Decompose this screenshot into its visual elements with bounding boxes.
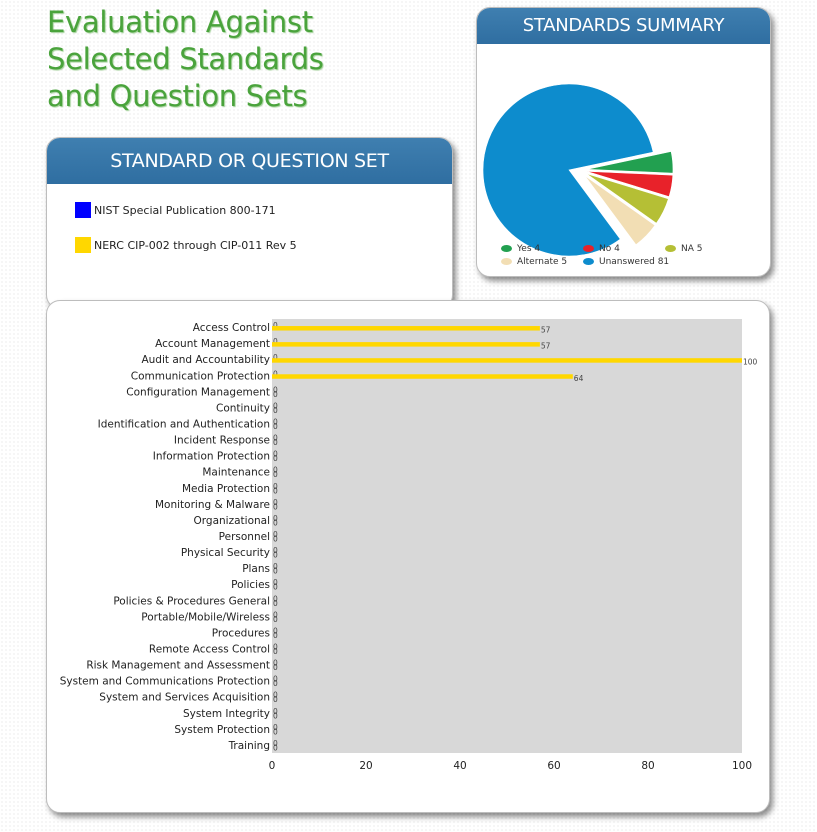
bar-value-label: 0 — [273, 727, 278, 736]
bar-value-label: 0 — [273, 486, 278, 495]
bar-chart-card: Access Control 0 57 Account Management 0 57 Au… — [46, 300, 770, 813]
bar-value-label: 0 — [273, 615, 278, 624]
category-label: Account Management — [155, 338, 270, 350]
category-label: Configuration Management — [126, 386, 270, 398]
pie-legend-alternate: Alternate 5 — [501, 257, 567, 267]
category-label: Incident Response — [174, 435, 270, 447]
pie-legend-dot-yes — [501, 245, 512, 252]
pie-chart — [482, 83, 674, 257]
standard-label-nerc: NERC CIP-002 through CIP-011 Rev 5 — [94, 239, 297, 252]
bar[interactable] — [272, 342, 540, 347]
bar-value-label: 0 — [273, 390, 278, 399]
pie-legend-na: NA 5 — [665, 244, 702, 254]
bar-value-label: 100 — [743, 358, 758, 367]
bar-value-label: 0 — [273, 583, 278, 592]
category-label: System Integrity — [183, 708, 270, 720]
pie-legend-label-unanswered: Unanswered 81 — [599, 257, 670, 267]
pie-legend-unanswered: Unanswered 81 — [583, 257, 669, 267]
pie-legend-label-no: No 4 — [599, 244, 620, 254]
page-title: Evaluation Against Selected Standards an… — [47, 4, 377, 115]
x-tick-label: 80 — [641, 760, 654, 772]
category-label: Continuity — [216, 402, 270, 414]
bar-value-label: 0 — [273, 518, 278, 527]
category-label: Identification and Authentication — [98, 418, 270, 430]
bar-value-label: 0 — [273, 454, 278, 463]
pie-legend-dot-alternate — [501, 258, 512, 265]
bar-value-label: 0 — [273, 535, 278, 544]
x-tick-label: 0 — [269, 760, 276, 772]
category-label: Policies — [231, 579, 270, 591]
standard-set-header: STANDARD OR QUESTION SET — [47, 138, 452, 184]
category-label: Procedures — [212, 627, 270, 639]
x-tick-label: 20 — [359, 760, 372, 772]
bar-value-label: 0 — [273, 647, 278, 656]
bar-value-label: 0 — [273, 695, 278, 704]
category-label: System and Communications Protection — [60, 676, 270, 688]
bar-value-label: 0 — [273, 406, 278, 415]
bar-value-label: 0 — [273, 679, 278, 688]
bar-value-label: 57 — [541, 326, 551, 335]
pie-legend-label-na: NA 5 — [681, 244, 703, 254]
category-label: Risk Management and Assessment — [86, 660, 270, 672]
category-label: Policies & Procedures General — [113, 595, 270, 607]
category-label: Portable/Mobile/Wireless — [141, 611, 270, 623]
page-title-line-3: and Question Sets — [47, 79, 308, 113]
bar-value-label: 57 — [541, 342, 551, 351]
x-tick-label: 100 — [732, 760, 752, 772]
category-label: Access Control — [193, 322, 270, 334]
category-label: System and Services Acquisition — [99, 692, 270, 704]
pie-legend-yes: Yes 4 — [501, 244, 540, 254]
category-label: Organizational — [194, 515, 270, 527]
category-label: Remote Access Control — [149, 644, 270, 656]
bar-value-label: 0 — [273, 567, 278, 576]
standard-label-nist: NIST Special Publication 800-171 — [94, 204, 276, 217]
category-label: Physical Security — [181, 547, 270, 559]
category-label: Media Protection — [182, 483, 270, 495]
category-label: Training — [228, 740, 270, 752]
bar-value-label: 64 — [574, 374, 584, 383]
category-label: Information Protection — [153, 451, 270, 463]
pie-legend-dot-na — [665, 245, 676, 252]
pie-legend-label-yes: Yes 4 — [517, 244, 541, 254]
page-title-line-1: Evaluation Against — [47, 5, 313, 39]
category-label: Monitoring & Malware — [155, 499, 270, 511]
category-label: Communication Protection — [131, 370, 270, 382]
bar-value-label: 0 — [273, 470, 278, 479]
standards-summary-header: STANDARDS SUMMARY — [477, 8, 770, 44]
category-label: Personnel — [219, 531, 270, 543]
bar-value-label: 0 — [273, 711, 278, 720]
category-label: Plans — [242, 563, 270, 575]
standards-summary-card: STANDARDS SUMMARY Yes 4 No 4 NA 5 Alternate… — [476, 7, 771, 277]
bar-value-label: 0 — [273, 438, 278, 447]
bar-chart: Access Control 0 57 Account Management 0 57 Au… — [60, 319, 758, 772]
pie-legend-label-alternate: Alternate 5 — [517, 257, 568, 267]
bar-value-label: 0 — [273, 631, 278, 640]
plot-area — [272, 319, 742, 753]
category-label: Audit and Accountability — [141, 354, 270, 366]
bar[interactable] — [272, 358, 742, 363]
pie-legend-dot-unanswered — [583, 258, 594, 265]
bar-value-label: 0 — [273, 599, 278, 608]
page-title-line-2: Selected Standards — [47, 42, 324, 76]
standard-swatch-nist — [75, 202, 91, 218]
x-tick-label: 40 — [453, 760, 466, 772]
category-label: Maintenance — [202, 467, 270, 479]
bar-value-label: 0 — [273, 743, 278, 752]
standard-swatch-nerc — [75, 237, 91, 253]
pie-legend-no: No 4 — [583, 244, 620, 254]
bar-value-label: 0 — [273, 422, 278, 431]
pie-legend-dot-no — [583, 245, 594, 252]
bar[interactable] — [272, 374, 573, 379]
bar-value-label: 0 — [273, 551, 278, 560]
bar-value-label: 0 — [273, 502, 278, 511]
standard-set-card: STANDARD OR QUESTION SET NIST Special Pu… — [46, 137, 453, 309]
bar[interactable] — [272, 326, 540, 331]
bar-value-label: 0 — [273, 663, 278, 672]
x-tick-label: 60 — [547, 760, 560, 772]
category-label: System Protection — [174, 724, 270, 736]
